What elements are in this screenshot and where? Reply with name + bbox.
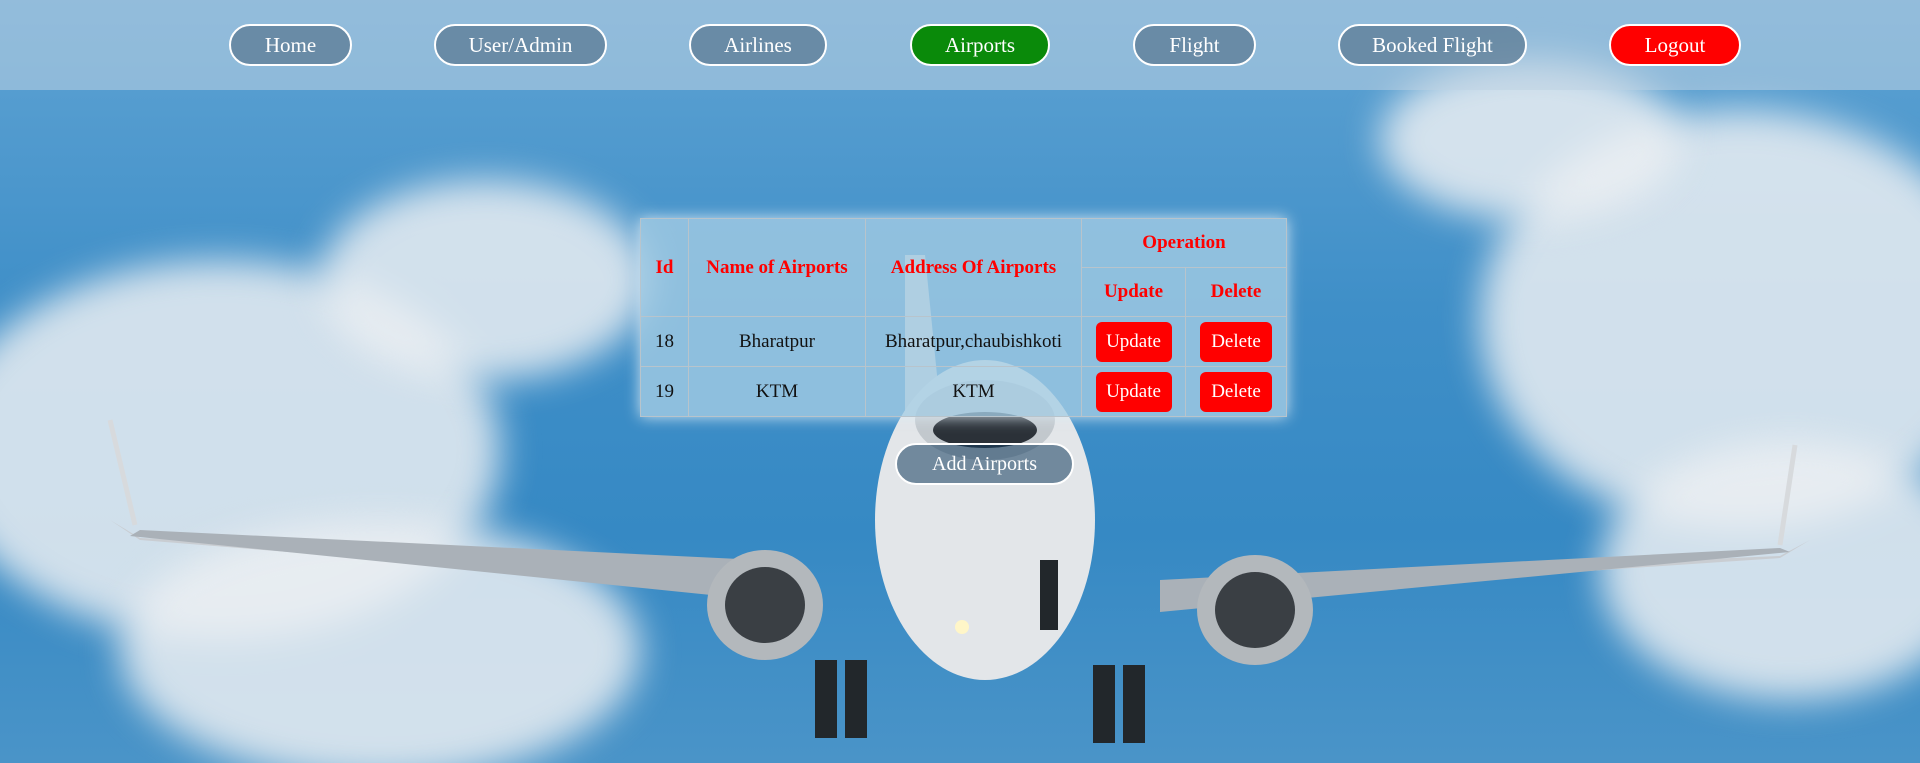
delete-button[interactable]: Delete bbox=[1200, 321, 1272, 362]
cell-delete: Delete bbox=[1185, 366, 1287, 417]
cell-update: Update bbox=[1081, 366, 1186, 417]
cell-delete: Delete bbox=[1185, 316, 1287, 367]
header-address: Address Of Airports bbox=[865, 218, 1082, 317]
cell-address: KTM bbox=[865, 366, 1082, 417]
cell-id: 19 bbox=[640, 366, 689, 417]
cell-id: 18 bbox=[640, 316, 689, 367]
add-airports-button[interactable]: Add Airports bbox=[895, 443, 1074, 485]
header-id: Id bbox=[640, 218, 689, 317]
airports-table-container: Id Name of Airports Address Of Airports … bbox=[640, 218, 1287, 417]
cell-address: Bharatpur,chaubishkoti bbox=[865, 316, 1082, 367]
cell-update: Update bbox=[1081, 316, 1186, 367]
airports-table: Id Name of Airports Address Of Airports … bbox=[640, 218, 1287, 417]
delete-button[interactable]: Delete bbox=[1200, 371, 1272, 412]
nav-flight-button[interactable]: Flight bbox=[1133, 24, 1256, 66]
header-operation: Operation bbox=[1081, 218, 1287, 268]
nav-user-admin-button[interactable]: User/Admin bbox=[434, 24, 607, 66]
nav-airlines-button[interactable]: Airlines bbox=[689, 24, 827, 66]
header-name: Name of Airports bbox=[688, 218, 866, 317]
table-row: 19 KTM KTM Update Delete bbox=[640, 366, 1287, 417]
header-delete: Delete bbox=[1185, 267, 1287, 317]
nav-airports-button[interactable]: Airports bbox=[910, 24, 1050, 66]
table-row: 18 Bharatpur Bharatpur,chaubishkoti Upda… bbox=[640, 316, 1287, 367]
top-navigation-bar: Home User/Admin Airlines Airports Flight… bbox=[0, 0, 1920, 90]
update-button[interactable]: Update bbox=[1095, 371, 1172, 412]
cell-name: KTM bbox=[688, 366, 866, 417]
header-update: Update bbox=[1081, 267, 1186, 317]
cell-name: Bharatpur bbox=[688, 316, 866, 367]
nav-home-button[interactable]: Home bbox=[229, 24, 352, 66]
nav-booked-flight-button[interactable]: Booked Flight bbox=[1338, 24, 1527, 66]
update-button[interactable]: Update bbox=[1095, 321, 1172, 362]
logout-button[interactable]: Logout bbox=[1609, 24, 1741, 66]
